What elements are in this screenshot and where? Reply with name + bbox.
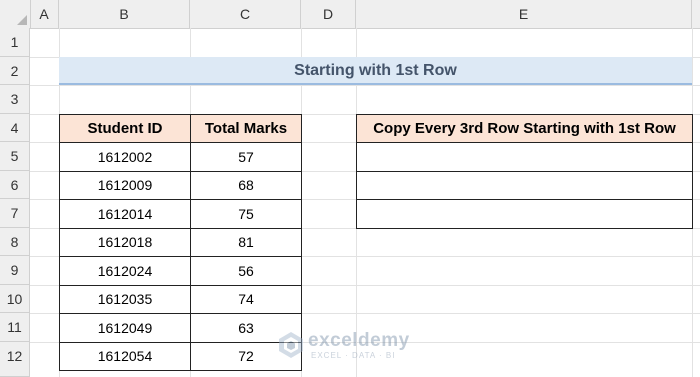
row-header-8[interactable]: 8 bbox=[0, 228, 30, 256]
source-table: Student ID Total Marks 1612002 57 161200… bbox=[59, 114, 302, 371]
row-header-11[interactable]: 11 bbox=[0, 313, 30, 342]
student-id-cell[interactable]: 1612009 bbox=[59, 170, 191, 200]
gridline bbox=[30, 85, 700, 86]
row-header-4[interactable]: 4 bbox=[0, 114, 30, 142]
row-header-6[interactable]: 6 bbox=[0, 171, 30, 199]
table-row: 1612049 63 bbox=[59, 313, 302, 343]
column-header-d[interactable]: D bbox=[301, 0, 356, 28]
exceldemy-logo-icon bbox=[279, 332, 303, 358]
row-header-7[interactable]: 7 bbox=[0, 199, 30, 228]
table-row: 1612018 81 bbox=[59, 227, 302, 257]
table-row: 1612054 72 bbox=[59, 341, 302, 371]
table-header-row: Student ID Total Marks bbox=[59, 114, 302, 143]
spreadsheet: A B C D E 1 2 3 4 5 6 7 8 9 10 11 12 Sta… bbox=[0, 0, 700, 377]
result-cell[interactable] bbox=[356, 170, 693, 200]
header-copy-every-3rd-row[interactable]: Copy Every 3rd Row Starting with 1st Row bbox=[356, 114, 693, 143]
student-id-cell[interactable]: 1612049 bbox=[59, 313, 191, 343]
total-marks-cell[interactable]: 74 bbox=[190, 284, 302, 314]
table-row: 1612035 74 bbox=[59, 284, 302, 314]
row-header-1[interactable]: 1 bbox=[0, 28, 30, 57]
column-header-b[interactable]: B bbox=[59, 0, 190, 28]
row-header-9[interactable]: 9 bbox=[0, 256, 30, 285]
student-id-cell[interactable]: 1612014 bbox=[59, 199, 191, 229]
total-marks-cell[interactable]: 57 bbox=[190, 142, 302, 172]
row-header-5[interactable]: 5 bbox=[0, 142, 30, 171]
select-all-corner[interactable] bbox=[0, 0, 31, 28]
header-student-id[interactable]: Student ID bbox=[59, 114, 191, 143]
column-header-c[interactable]: C bbox=[190, 0, 301, 28]
row-header-10[interactable]: 10 bbox=[0, 285, 30, 313]
column-header-bar: A B C D E bbox=[0, 0, 700, 29]
total-marks-cell[interactable]: 81 bbox=[190, 227, 302, 257]
total-marks-cell[interactable]: 56 bbox=[190, 256, 302, 286]
total-marks-cell[interactable]: 68 bbox=[190, 170, 302, 200]
column-header-a[interactable]: A bbox=[30, 0, 59, 28]
column-header-e[interactable]: E bbox=[356, 0, 692, 28]
student-id-cell[interactable]: 1612024 bbox=[59, 256, 191, 286]
result-cell[interactable] bbox=[356, 199, 693, 229]
row-header-12[interactable]: 12 bbox=[0, 342, 30, 377]
student-id-cell[interactable]: 1612018 bbox=[59, 227, 191, 257]
watermark-name: exceldemy bbox=[308, 330, 410, 351]
table-header-row: Copy Every 3rd Row Starting with 1st Row bbox=[356, 114, 693, 143]
table-row bbox=[356, 142, 693, 172]
table-row: 1612009 68 bbox=[59, 170, 302, 200]
total-marks-cell[interactable]: 75 bbox=[190, 199, 302, 229]
header-total-marks[interactable]: Total Marks bbox=[190, 114, 302, 143]
row-header-3[interactable]: 3 bbox=[0, 85, 30, 114]
student-id-cell[interactable]: 1612054 bbox=[59, 341, 191, 371]
table-row: 1612002 57 bbox=[59, 142, 302, 172]
student-id-cell[interactable]: 1612002 bbox=[59, 142, 191, 172]
row-header-2[interactable]: 2 bbox=[0, 57, 30, 85]
title-banner[interactable]: Starting with 1st Row bbox=[59, 57, 692, 85]
select-all-icon bbox=[17, 15, 27, 25]
student-id-cell[interactable]: 1612035 bbox=[59, 284, 191, 314]
table-row bbox=[356, 170, 693, 200]
watermark-tagline: EXCEL · DATA · BI bbox=[311, 351, 396, 360]
table-row: 1612024 56 bbox=[59, 256, 302, 286]
table-row: 1612014 75 bbox=[59, 199, 302, 229]
result-cell[interactable] bbox=[356, 142, 693, 172]
exceldemy-watermark: exceldemy EXCEL · DATA · BI bbox=[278, 328, 428, 364]
result-table: Copy Every 3rd Row Starting with 1st Row bbox=[356, 114, 693, 229]
table-row bbox=[356, 199, 693, 229]
